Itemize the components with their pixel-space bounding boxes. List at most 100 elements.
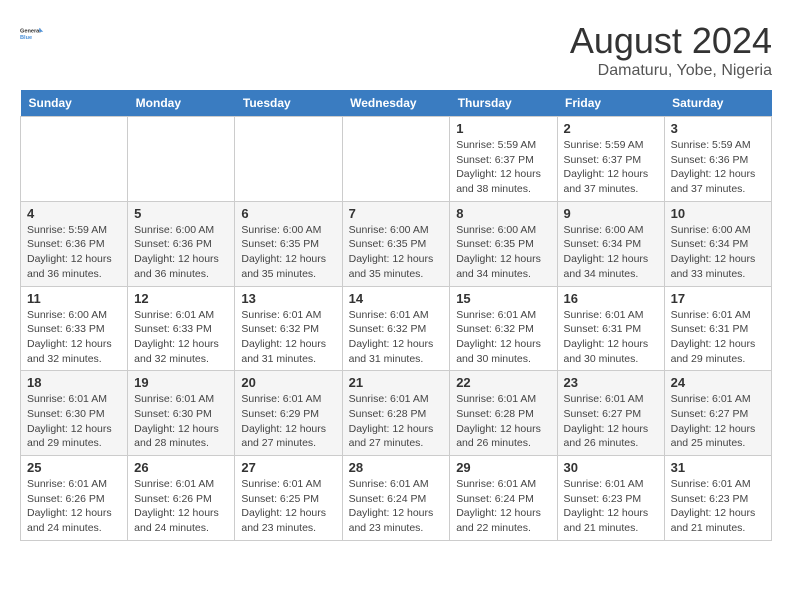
day-info: Sunrise: 6:01 AM Sunset: 6:32 PM Dayligh… [349, 308, 444, 367]
title-block: August 2024 Damaturu, Yobe, Nigeria [570, 20, 772, 80]
calendar-cell [21, 117, 128, 202]
calendar-cell: 14 Sunrise: 6:01 AM Sunset: 6:32 PM Dayli… [342, 286, 450, 371]
day-info: Sunrise: 6:00 AM Sunset: 6:34 PM Dayligh… [671, 223, 765, 282]
day-info: Sunrise: 6:01 AM Sunset: 6:33 PM Dayligh… [134, 308, 228, 367]
day-number: 19 [134, 375, 228, 390]
calendar-cell: 3Sunrise: 5:59 AM Sunset: 6:36 PM Daylig… [664, 117, 771, 202]
day-number: 23 [564, 375, 658, 390]
calendar-week-row: 25 Sunrise: 6:01 AM Sunset: 6:26 PM Dayli… [21, 456, 772, 541]
calendar-week-row: 4 Sunrise: 5:59 AM Sunset: 6:36 PM Daylig… [21, 201, 772, 286]
day-info: Sunrise: 6:01 AM Sunset: 6:29 PM Dayligh… [241, 392, 335, 451]
calendar-cell: 27 Sunrise: 6:01 AM Sunset: 6:25 PM Dayli… [235, 456, 342, 541]
day-number: 2 [564, 121, 658, 136]
day-number: 14 [349, 291, 444, 306]
calendar-cell: 4 Sunrise: 5:59 AM Sunset: 6:36 PM Daylig… [21, 201, 128, 286]
day-number: 25 [27, 460, 121, 475]
calendar-week-row: 18 Sunrise: 6:01 AM Sunset: 6:30 PM Dayli… [21, 371, 772, 456]
day-number: 1 [456, 121, 550, 136]
calendar-cell: 5 Sunrise: 6:00 AM Sunset: 6:36 PM Daylig… [128, 201, 235, 286]
day-number: 7 [349, 206, 444, 221]
calendar-cell: 12 Sunrise: 6:01 AM Sunset: 6:33 PM Dayli… [128, 286, 235, 371]
day-number: 11 [27, 291, 121, 306]
day-number: 17 [671, 291, 765, 306]
day-info: Sunrise: 6:01 AM Sunset: 6:27 PM Dayligh… [671, 392, 765, 451]
day-info: Sunrise: 5:59 AM Sunset: 6:37 PM Dayligh… [564, 138, 658, 197]
calendar-week-row: 11 Sunrise: 6:00 AM Sunset: 6:33 PM Dayli… [21, 286, 772, 371]
month-year: August 2024 [570, 20, 772, 62]
location: Damaturu, Yobe, Nigeria [570, 62, 772, 80]
calendar-cell: 23 Sunrise: 6:01 AM Sunset: 6:27 PM Dayli… [557, 371, 664, 456]
day-info: Sunrise: 5:59 AM Sunset: 6:36 PM Dayligh… [27, 223, 121, 282]
calendar-cell: 22Sunrise: 6:01 AM Sunset: 6:28 PM Dayli… [450, 371, 557, 456]
calendar-cell: 21 Sunrise: 6:01 AM Sunset: 6:28 PM Dayli… [342, 371, 450, 456]
day-info: Sunrise: 6:01 AM Sunset: 6:24 PM Dayligh… [456, 477, 550, 536]
day-info: Sunrise: 6:00 AM Sunset: 6:36 PM Dayligh… [134, 223, 228, 282]
day-info: Sunrise: 6:00 AM Sunset: 6:33 PM Dayligh… [27, 308, 121, 367]
calendar-cell: 24 Sunrise: 6:01 AM Sunset: 6:27 PM Dayli… [664, 371, 771, 456]
day-info: Sunrise: 6:01 AM Sunset: 6:26 PM Dayligh… [27, 477, 121, 536]
svg-text:General: General [20, 29, 41, 35]
day-header: Thursday [450, 90, 557, 117]
day-info: Sunrise: 6:01 AM Sunset: 6:30 PM Dayligh… [134, 392, 228, 451]
day-info: Sunrise: 6:01 AM Sunset: 6:24 PM Dayligh… [349, 477, 444, 536]
day-number: 22 [456, 375, 550, 390]
calendar-cell: 6Sunrise: 6:00 AM Sunset: 6:35 PM Daylig… [235, 201, 342, 286]
calendar-cell: 26 Sunrise: 6:01 AM Sunset: 6:26 PM Dayli… [128, 456, 235, 541]
svg-text:Blue: Blue [20, 35, 32, 41]
day-number: 26 [134, 460, 228, 475]
calendar-cell: 19 Sunrise: 6:01 AM Sunset: 6:30 PM Dayli… [128, 371, 235, 456]
day-info: Sunrise: 6:01 AM Sunset: 6:32 PM Dayligh… [241, 308, 335, 367]
calendar-cell [342, 117, 450, 202]
day-info: Sunrise: 6:00 AM Sunset: 6:35 PM Dayligh… [456, 223, 550, 282]
day-number: 10 [671, 206, 765, 221]
day-number: 18 [27, 375, 121, 390]
day-header: Tuesday [235, 90, 342, 117]
day-info: Sunrise: 5:59 AM Sunset: 6:36 PM Dayligh… [671, 138, 765, 197]
day-number: 24 [671, 375, 765, 390]
day-header: Wednesday [342, 90, 450, 117]
header-row: SundayMondayTuesdayWednesdayThursdayFrid… [21, 90, 772, 117]
day-number: 15 [456, 291, 550, 306]
day-info: Sunrise: 6:01 AM Sunset: 6:32 PM Dayligh… [456, 308, 550, 367]
day-number: 31 [671, 460, 765, 475]
day-number: 29 [456, 460, 550, 475]
calendar-week-row: 1 Sunrise: 5:59 AM Sunset: 6:37 PM Daylig… [21, 117, 772, 202]
calendar-cell: 11 Sunrise: 6:00 AM Sunset: 6:33 PM Dayli… [21, 286, 128, 371]
day-number: 27 [241, 460, 335, 475]
calendar-cell: 30Sunrise: 6:01 AM Sunset: 6:23 PM Dayli… [557, 456, 664, 541]
day-info: Sunrise: 6:01 AM Sunset: 6:31 PM Dayligh… [671, 308, 765, 367]
day-info: Sunrise: 6:00 AM Sunset: 6:35 PM Dayligh… [349, 223, 444, 282]
day-number: 5 [134, 206, 228, 221]
calendar-cell: 20 Sunrise: 6:01 AM Sunset: 6:29 PM Dayli… [235, 371, 342, 456]
day-header: Friday [557, 90, 664, 117]
calendar-cell: 1Sunrise: 5:59 AM Sunset: 6:37 PM Daylig… [450, 117, 557, 202]
day-number: 21 [349, 375, 444, 390]
day-info: Sunrise: 6:01 AM Sunset: 6:26 PM Dayligh… [134, 477, 228, 536]
day-number: 4 [27, 206, 121, 221]
day-info: Sunrise: 6:01 AM Sunset: 6:31 PM Dayligh… [564, 308, 658, 367]
day-number: 12 [134, 291, 228, 306]
calendar-cell: 29 Sunrise: 6:01 AM Sunset: 6:24 PM Dayli… [450, 456, 557, 541]
day-number: 28 [349, 460, 444, 475]
calendar-cell: 18Sunrise: 6:01 AM Sunset: 6:30 PM Dayli… [21, 371, 128, 456]
calendar-cell: 25 Sunrise: 6:01 AM Sunset: 6:26 PM Dayli… [21, 456, 128, 541]
day-number: 30 [564, 460, 658, 475]
calendar-table: SundayMondayTuesdayWednesdayThursdayFrid… [20, 90, 772, 541]
day-header: Saturday [664, 90, 771, 117]
day-number: 13 [241, 291, 335, 306]
calendar-cell: 16 Sunrise: 6:01 AM Sunset: 6:31 PM Dayli… [557, 286, 664, 371]
day-header: Sunday [21, 90, 128, 117]
day-number: 6 [241, 206, 335, 221]
day-info: Sunrise: 6:01 AM Sunset: 6:27 PM Dayligh… [564, 392, 658, 451]
calendar-cell: 7 Sunrise: 6:00 AM Sunset: 6:35 PM Daylig… [342, 201, 450, 286]
calendar-cell: 9Sunrise: 6:00 AM Sunset: 6:34 PM Daylig… [557, 201, 664, 286]
day-info: Sunrise: 6:01 AM Sunset: 6:28 PM Dayligh… [349, 392, 444, 451]
day-number: 20 [241, 375, 335, 390]
day-info: Sunrise: 6:01 AM Sunset: 6:25 PM Dayligh… [241, 477, 335, 536]
calendar-cell [235, 117, 342, 202]
calendar-cell: 2 Sunrise: 5:59 AM Sunset: 6:37 PM Daylig… [557, 117, 664, 202]
day-number: 16 [564, 291, 658, 306]
day-info: Sunrise: 6:01 AM Sunset: 6:23 PM Dayligh… [671, 477, 765, 536]
calendar-cell: 13 Sunrise: 6:01 AM Sunset: 6:32 PM Dayli… [235, 286, 342, 371]
calendar-cell: 8Sunrise: 6:00 AM Sunset: 6:35 PM Daylig… [450, 201, 557, 286]
